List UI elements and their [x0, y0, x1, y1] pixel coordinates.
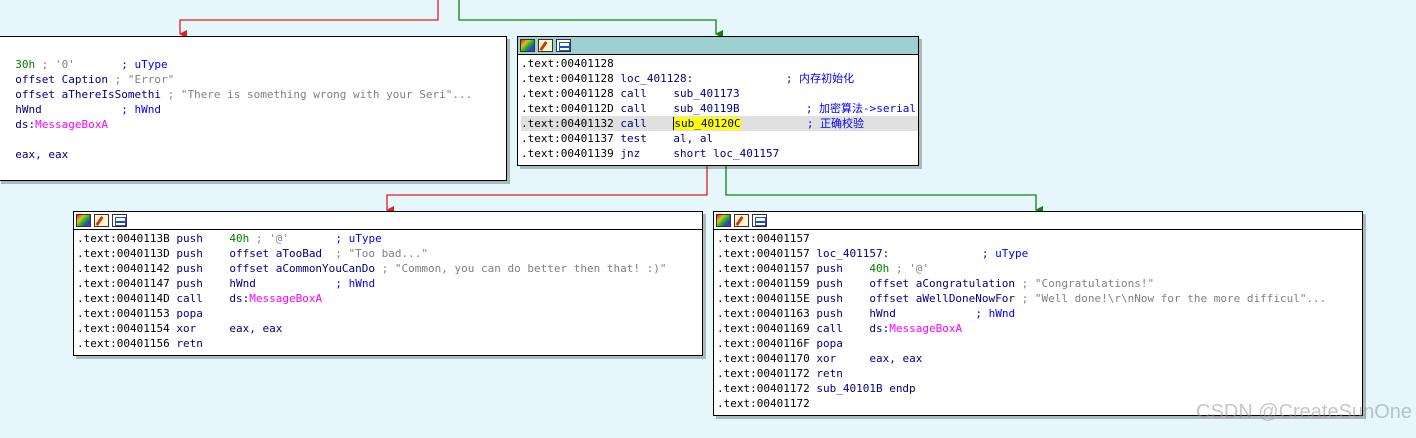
node-listing: .text:0040113B push 40h ; '@' ; uType .t…: [74, 230, 702, 351]
code-line[interactable]: .text:00401156 retn: [77, 336, 702, 351]
node-header: [518, 37, 918, 55]
code-line[interactable]: .text:00401128 loc_401128: ; 内存初始化: [521, 71, 918, 86]
node-color-icon[interactable]: [716, 214, 731, 227]
graph-view-icon[interactable]: [752, 214, 767, 227]
code-line[interactable]: .text:00401159 push offset aCongratulati…: [717, 276, 1362, 291]
code-line[interactable]: .text:00401142 push offset aCommonYouCan…: [77, 261, 702, 276]
edge-to-main-block: [458, 0, 723, 38]
code-line[interactable]: .text:00401157: [717, 231, 1362, 246]
code-line[interactable]: .text:00401154 xor eax, eax: [77, 321, 702, 336]
watermark: CSDN @CreateSunOne: [1196, 401, 1412, 423]
code-line[interactable]: .text:00401170 xor eax, eax: [717, 351, 1362, 366]
highlighted-symbol: sub_40120C: [673, 117, 741, 130]
code-line[interactable]: .text:00401157 push 40h ; '@': [717, 261, 1362, 276]
code-line[interactable]: offset aThereIsSomethi ; "There is somet…: [2, 87, 506, 102]
edit-node-icon[interactable]: [734, 214, 749, 227]
error-messagebox-node[interactable]: 30h ; '0' ; uType offset Caption ; "Erro…: [0, 36, 507, 181]
code-line[interactable]: .text:00401172 sub_40101B endp: [717, 381, 1362, 396]
code-line[interactable]: .text:00401139 jnz short loc_401157: [521, 146, 918, 161]
code-line[interactable]: .text:0040114D call ds:MessageBoxA: [77, 291, 702, 306]
code-line-current[interactable]: .text:00401132 call sub_40120C ; 正确校验: [521, 116, 918, 131]
node-header: [714, 212, 1362, 230]
code-line[interactable]: .text:0040115E push offset aWellDoneNowF…: [717, 291, 1362, 306]
graph-view-icon[interactable]: [112, 214, 127, 227]
edge-true-to-congrats: [725, 166, 1043, 214]
node-listing: 30h ; '0' ; uType offset Caption ; "Erro…: [0, 37, 506, 162]
code-line[interactable]: 30h ; '0' ; uType: [2, 57, 506, 72]
code-line[interactable]: .text:00401169 call ds:MessageBoxA: [717, 321, 1362, 336]
congratulations-node[interactable]: .text:00401157 .text:00401157 loc_401157…: [713, 211, 1363, 416]
code-line[interactable]: .text:0040113B push 40h ; '@' ; uType: [77, 231, 702, 246]
code-line[interactable]: eax, eax: [2, 147, 506, 162]
code-line[interactable]: .text:0040113D push offset aTooBad ; "To…: [77, 246, 702, 261]
code-line[interactable]: offset Caption ; "Error": [2, 72, 506, 87]
edit-node-icon[interactable]: [538, 39, 553, 52]
code-line[interactable]: .text:00401147 push hWnd ; hWnd: [77, 276, 702, 291]
edge-to-error-block: [179, 0, 439, 38]
code-line[interactable]: .text:00401157 loc_401157: ; uType: [717, 246, 1362, 261]
code-line[interactable]: .text:00401172 retn: [717, 366, 1362, 381]
node-color-icon[interactable]: [76, 214, 91, 227]
check-serial-node[interactable]: .text:00401128 .text:00401128 loc_401128…: [517, 36, 919, 166]
code-line[interactable]: .text:0040116F popa: [717, 336, 1362, 351]
code-line[interactable]: [2, 132, 506, 147]
code-line[interactable]: .text:00401153 popa: [77, 306, 702, 321]
code-line[interactable]: .text:00401128 call sub_401173: [521, 86, 918, 101]
edit-node-icon[interactable]: [94, 214, 109, 227]
code-line[interactable]: ds:MessageBoxA: [2, 117, 506, 132]
code-line[interactable]: .text:0040112D call sub_40119B ; 加密算法->s…: [521, 101, 918, 116]
graph-view-icon[interactable]: [556, 39, 571, 52]
node-listing: .text:00401157 .text:00401157 loc_401157…: [714, 230, 1362, 411]
code-line[interactable]: .text:00401128: [521, 56, 918, 71]
code-line[interactable]: .text:00401163 push hWnd ; hWnd: [717, 306, 1362, 321]
code-line[interactable]: .text:00401137 test al, al: [521, 131, 918, 146]
code-line[interactable]: hWnd ; hWnd: [2, 102, 506, 117]
node-listing: .text:00401128 .text:00401128 loc_401128…: [518, 55, 918, 161]
node-header: [74, 212, 702, 230]
too-bad-node[interactable]: .text:0040113B push 40h ; '@' ; uType .t…: [73, 211, 703, 356]
node-color-icon[interactable]: [520, 39, 535, 52]
